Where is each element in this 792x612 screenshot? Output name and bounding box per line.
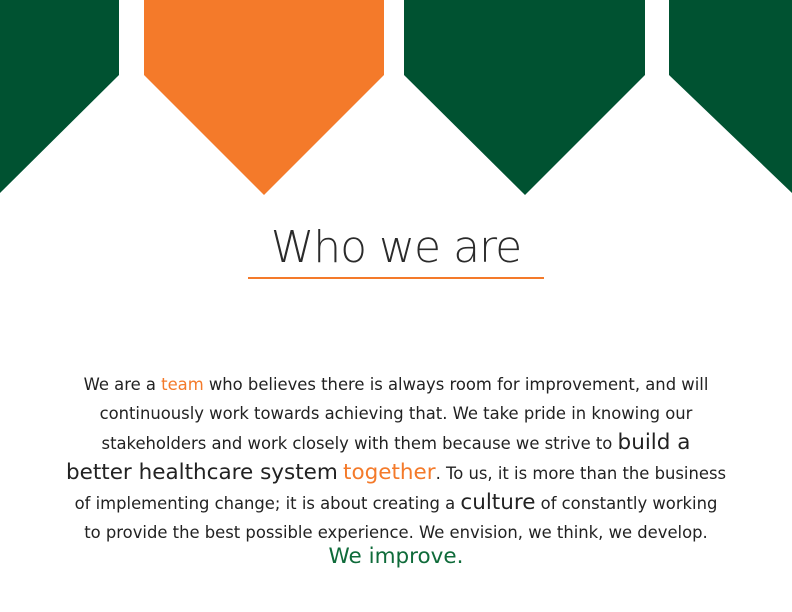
body-line-1b: who believes there is always room for im… <box>203 375 709 394</box>
highlight-better-healthcare-system: better healthcare system <box>65 460 338 485</box>
banner-row <box>0 0 792 200</box>
body-line-6: to provide the best possible experience.… <box>84 523 708 542</box>
highlight-team: team <box>161 375 204 394</box>
banner-green-3 <box>669 0 792 193</box>
title-underline <box>248 277 544 279</box>
body-line-3a: stakeholders and work closely with them … <box>101 434 618 453</box>
body-line-2: continuously work towards achieving that… <box>99 404 693 423</box>
banner-green-2 <box>404 0 645 195</box>
body-line-5a: of implementing change; it is about crea… <box>74 494 461 513</box>
page-title: Who we are <box>270 222 523 273</box>
highlight-together: together <box>343 460 436 485</box>
highlight-build-a: build a <box>617 430 691 455</box>
banner-orange <box>144 0 384 195</box>
highlight-culture: culture <box>460 490 536 515</box>
banner-green-1 <box>0 0 119 193</box>
closing-statement: We improve. <box>328 544 464 569</box>
body-paragraph: We are a team who believes there is alwa… <box>48 370 744 547</box>
body-line-1a: We are a <box>83 375 162 394</box>
body-line-5b: of constantly working <box>535 494 718 513</box>
body-line-4b: . To us, it is more than the business <box>435 464 727 483</box>
